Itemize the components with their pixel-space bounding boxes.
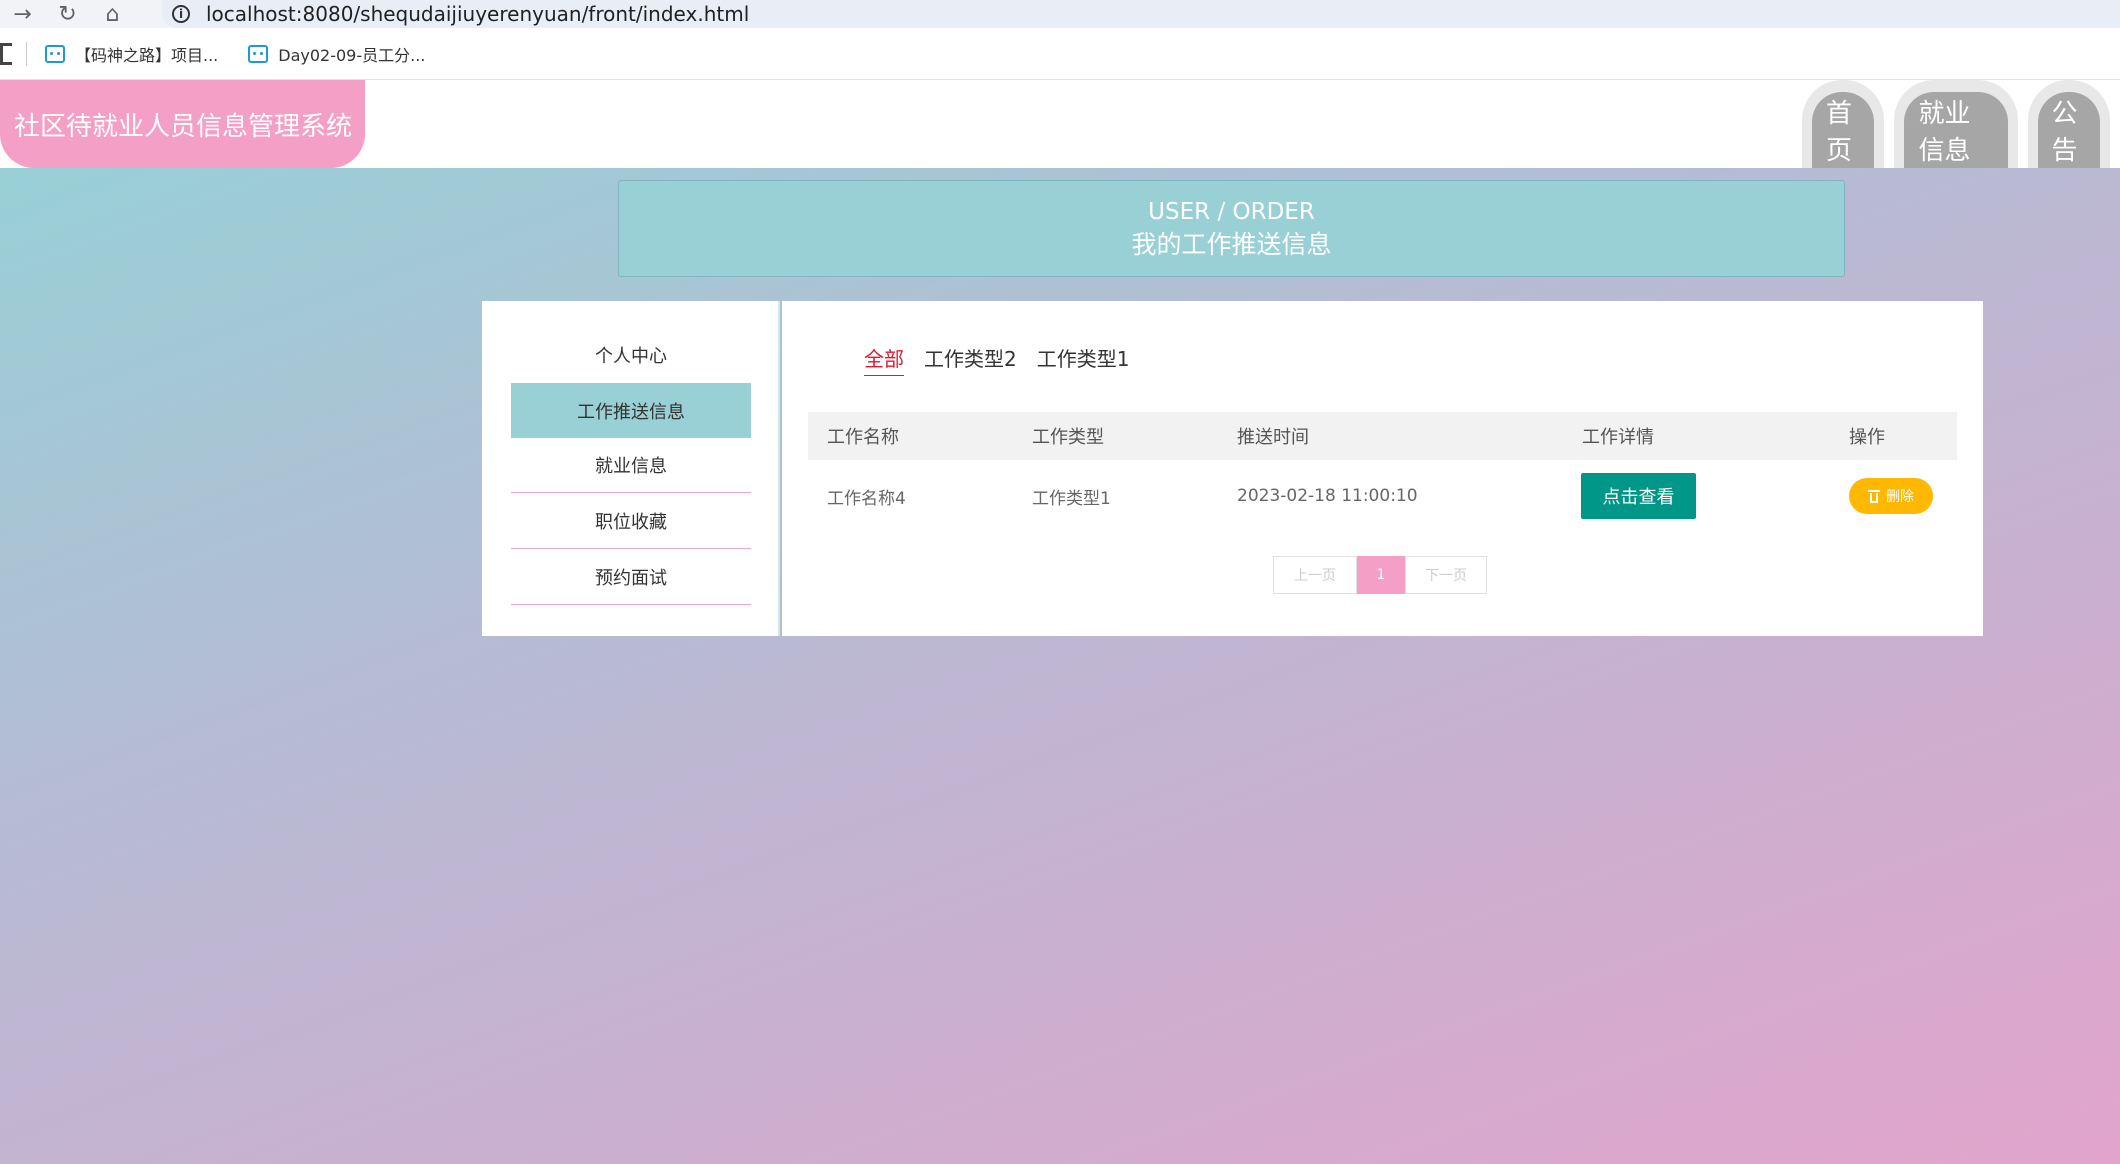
bookmark-label: 【码神之路】项目... [75, 45, 219, 65]
site-title[interactable]: 社区待就业人员信息管理系统 [0, 80, 365, 168]
sidebar-item-job-push[interactable]: 工作推送信息 [511, 383, 751, 438]
prev-page-button[interactable]: 上一页 [1273, 556, 1357, 594]
site-info-icon[interactable]: i [172, 5, 190, 23]
filter-tabs: 全部 工作类型2 工作类型1 [864, 343, 1129, 376]
nav-tab-home[interactable]: 首页 [1802, 80, 1885, 168]
cell-job-type: 工作类型1 [1032, 488, 1111, 509]
delete-button-label: 删除 [1886, 489, 1914, 505]
address-bar[interactable]: i localhost:8080/shequdaijiuyerenyuan/fr… [162, 0, 2120, 28]
cell-push-time: 2023-02-18 11:00:10 [1237, 486, 1418, 506]
view-detail-button[interactable]: 点击查看 [1581, 473, 1696, 519]
table-row: 工作名称4 工作类型1 2023-02-18 11:00:10 点击查看 删除 [808, 460, 1957, 532]
banner-title: 我的工作推送信息 [1131, 229, 1332, 259]
main-area: USER / ORDER 我的工作推送信息 个人中心 工作推送信息 就业信息 职… [0, 168, 2120, 1164]
nav-tab-notice[interactable]: 公告 [2027, 80, 2110, 168]
column-header-action: 操作 [1849, 427, 1885, 448]
filter-tab-type1[interactable]: 工作类型1 [1037, 343, 1130, 376]
reload-icon[interactable]: ↻ [45, 0, 90, 28]
browser-nav-buttons: → ↻ ⌂ [0, 0, 162, 28]
apps-icon[interactable] [0, 42, 12, 65]
bilibili-icon [248, 44, 269, 63]
filter-tab-all[interactable]: 全部 [864, 343, 904, 376]
column-header-type: 工作类型 [1032, 427, 1104, 448]
browser-toolbar: → ↻ ⌂ i localhost:8080/shequdaijiuyereny… [0, 0, 2120, 28]
delete-button[interactable]: 删除 [1849, 478, 1933, 514]
nav-tab-label: 公告 [2037, 92, 2100, 168]
nav-tab-label: 首页 [1812, 92, 1875, 168]
sidebar-item-profile[interactable]: 个人中心 [511, 327, 751, 382]
pagination: 上一页 1 下一页 [1273, 556, 1487, 594]
cell-detail: 点击查看 [1581, 460, 1696, 532]
column-header-time: 推送时间 [1237, 427, 1309, 448]
url-text[interactable]: localhost:8080/shequdaijiuyerenyuan/fron… [206, 2, 749, 26]
forward-icon[interactable]: → [0, 0, 45, 28]
sidebar-item-interview[interactable]: 预约面试 [511, 550, 751, 605]
bilibili-icon [45, 44, 65, 63]
page-banner: USER / ORDER 我的工作推送信息 [618, 180, 1845, 277]
cell-action: 删除 [1849, 460, 1933, 532]
column-header-detail: 工作详情 [1582, 427, 1654, 448]
bookmarks-divider [26, 41, 27, 66]
site-header: 社区待就业人员信息管理系统 首页 就业信息 公告 [0, 80, 2120, 168]
sidebar-item-favorites[interactable]: 职位收藏 [511, 494, 751, 549]
user-sidebar: 个人中心 工作推送信息 就业信息 职位收藏 预约面试 [482, 301, 780, 636]
content-panel: 全部 工作类型2 工作类型1 工作名称 工作类型 推送时间 工作详情 操作 工作… [782, 301, 1983, 636]
top-nav: 首页 就业信息 公告 [1802, 80, 2120, 168]
table-header: 工作名称 工作类型 推送时间 工作详情 操作 [808, 412, 1957, 460]
column-header-name: 工作名称 [827, 427, 899, 448]
bookmarks-bar: 【码神之路】项目... Day02-09-员工分... [0, 28, 2120, 80]
sidebar-item-employment[interactable]: 就业信息 [511, 438, 751, 493]
home-icon[interactable]: ⌂ [90, 0, 135, 28]
nav-tab-label: 就业信息 [1904, 92, 2008, 168]
banner-subtitle: USER / ORDER [1148, 198, 1315, 225]
page-number-current[interactable]: 1 [1357, 556, 1405, 594]
trash-icon [1868, 489, 1880, 503]
filter-tab-type2[interactable]: 工作类型2 [924, 343, 1017, 376]
bookmark-label: Day02-09-员工分... [278, 45, 426, 65]
nav-tab-employment[interactable]: 就业信息 [1894, 80, 2018, 168]
bookmark-item-1[interactable]: 【码神之路】项目... [45, 42, 218, 66]
next-page-button[interactable]: 下一页 [1405, 556, 1487, 594]
bookmark-item-2[interactable]: Day02-09-员工分... [248, 42, 425, 66]
cell-job-name: 工作名称4 [827, 488, 906, 509]
